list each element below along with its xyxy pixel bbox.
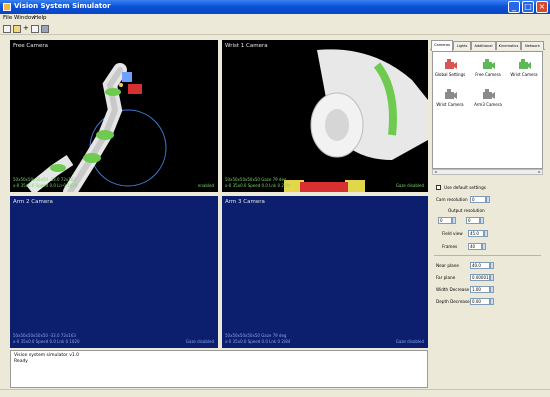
output-resolution-label: Output resolution xyxy=(448,208,485,213)
cam-resolution-spinner[interactable] xyxy=(486,196,490,203)
scroll-left-icon[interactable]: ◂ xyxy=(433,170,438,174)
output-width-field[interactable]: 0 xyxy=(438,217,452,224)
open-icon[interactable] xyxy=(13,25,21,33)
cam-resolution-label: Cam resolution xyxy=(436,197,468,202)
far-plane-label: Far plane xyxy=(436,275,456,280)
close-button[interactable]: × xyxy=(536,1,548,13)
maximize-button[interactable]: □ xyxy=(522,1,534,13)
viewport-status-line: x-0 35x0.0 Speed 0.0 Lnk 0 1020 xyxy=(13,339,80,344)
width-decrease-field[interactable]: 1.00 xyxy=(470,286,490,293)
cam-resolution-field[interactable]: 0 xyxy=(470,196,486,203)
viewport-title: Arm 3 Camera xyxy=(225,199,265,205)
app-window: Vision System Simulator _ □ × File Windo… xyxy=(0,0,550,397)
use-default-checkbox[interactable] xyxy=(436,185,441,190)
camera-item-label: Global Settings xyxy=(434,72,466,77)
log-line: Vision system simulator v1.0 xyxy=(14,353,80,358)
save-icon[interactable] xyxy=(31,25,39,33)
depth-decrease-label: Depth Decrease xyxy=(436,299,470,304)
viewport-status-line: 50x50x50x50x50 Gaze 79 deg xyxy=(225,177,287,182)
toolbar: + xyxy=(0,23,550,35)
depth-decrease-spinner[interactable] xyxy=(490,298,494,305)
field-view-field[interactable]: 45.0 xyxy=(468,230,484,237)
menu-bar: File Window Help xyxy=(0,14,550,23)
viewport-status-line: x-0 35x0.0 Speed 0.0 Ln-0 1020 xyxy=(13,183,78,188)
tab-additional[interactable]: Additional xyxy=(471,41,496,50)
depth-decrease-field[interactable]: 0.00 xyxy=(470,298,490,305)
width-decrease-label: Width Decrease xyxy=(436,287,470,292)
frames-field[interactable]: 40 xyxy=(468,243,482,250)
viewport-state-badge: Gaze disabled xyxy=(185,339,214,344)
scroll-right-icon[interactable]: ▸ xyxy=(537,170,542,174)
window-title: Vision System Simulator xyxy=(14,2,111,10)
app-icon xyxy=(3,3,11,11)
log-output[interactable]: Vision system simulator v1.0 Ready xyxy=(10,350,428,388)
frames-label: Frames xyxy=(442,244,458,249)
viewport-status-line: x-0 35x0.0 Speed 0.0 Lnk 0 2/84 xyxy=(225,339,291,344)
near-plane-field[interactable]: 40.0 xyxy=(470,262,490,269)
camera-icon xyxy=(483,59,495,69)
camera-item[interactable]: Free Camera xyxy=(473,58,503,82)
width-decrease-spinner[interactable] xyxy=(490,286,494,293)
output-width-spinner[interactable] xyxy=(452,217,456,224)
tab-lights[interactable]: Lights xyxy=(453,41,471,50)
camera-item-label: Wrist Camera xyxy=(436,102,464,107)
far-plane-spinner[interactable] xyxy=(490,274,494,281)
tab-network[interactable]: Network xyxy=(521,41,544,50)
viewport-arm2-camera[interactable]: Arm 2 Camera 50x50x50x50x50 -33.0 72x163… xyxy=(10,196,218,348)
viewport-status-line: 50x50x50x50x50 -33.0 72x163 xyxy=(13,333,76,338)
output-height-spinner[interactable] xyxy=(480,217,484,224)
robot-arm-render xyxy=(26,63,167,192)
divider xyxy=(434,255,541,256)
camera-item[interactable]: Wrist Camera xyxy=(509,58,539,82)
field-view-label: Field view xyxy=(442,231,463,236)
camera-list: Global Settings Free Camera Wrist Camera xyxy=(432,51,543,169)
near-plane-label: Near plane xyxy=(436,263,459,268)
viewport-state-badge: enabled xyxy=(197,183,214,188)
panel-tabs: Cameras Lights Additional Kinematics Net… xyxy=(430,40,545,51)
camera-item[interactable]: Global Settings xyxy=(435,58,465,82)
camera-settings-panel: Cameras Lights Additional Kinematics Net… xyxy=(430,40,545,382)
menu-help[interactable]: Help xyxy=(34,15,47,21)
viewport-arm3-camera[interactable]: Arm 3 Camera 50x50x50x50x50 Gaze 79 deg … xyxy=(222,196,428,348)
tab-kinematics[interactable]: Kinematics xyxy=(496,41,521,50)
camera-item[interactable]: Wrist Camera xyxy=(435,88,465,112)
viewport-status-line: x-0 35x0.0 Speed 0.0 Lnk 0 2/84 xyxy=(225,183,291,188)
far-plane-field[interactable]: 0.00001 xyxy=(470,274,490,281)
viewport-status-line: 50x50x50x50x50 -33.0 72x163 xyxy=(13,177,76,182)
gripper-render xyxy=(284,49,428,192)
viewport-free-camera[interactable]: Free Camera 50x50x50x50x50 -33.0 72x163 … xyxy=(10,40,218,192)
tab-cameras[interactable]: Cameras xyxy=(431,40,453,51)
viewport-title: Free Camera xyxy=(13,43,49,49)
camera-item-label: Arm3 Camera xyxy=(474,102,502,107)
log-line: Ready xyxy=(14,359,28,364)
field-view-spinner[interactable] xyxy=(484,230,488,237)
viewport-state-badge: Gaze disabled xyxy=(395,339,424,344)
status-bar xyxy=(0,389,550,397)
viewport-title: Wrist 1 Camera xyxy=(225,43,268,49)
minimize-button[interactable]: _ xyxy=(508,1,520,13)
camera-icon xyxy=(483,89,495,99)
camera-list-scrollbar[interactable]: ◂ ▸ xyxy=(432,169,543,175)
viewport-title: Arm 2 Camera xyxy=(13,199,53,205)
camera-icon xyxy=(519,59,531,69)
viewport-state-badge: Gaze disabled xyxy=(395,183,424,188)
use-default-label: Use default settings xyxy=(444,185,486,190)
output-height-field[interactable]: 0 xyxy=(466,217,480,224)
camera-item-label: Free Camera xyxy=(475,72,501,77)
new-icon[interactable] xyxy=(3,25,11,33)
title-bar[interactable]: Vision System Simulator _ □ × xyxy=(0,0,550,14)
near-plane-spinner[interactable] xyxy=(490,262,494,269)
camera-item[interactable]: Arm3 Camera xyxy=(473,88,503,112)
camera-item-label: Wrist Camera xyxy=(510,72,538,77)
viewport-status-line: 50x50x50x50x50 Gaze 79 deg xyxy=(225,333,287,338)
add-icon[interactable]: + xyxy=(23,25,29,33)
viewport-wrist1-camera[interactable]: Wrist 1 Camera 50x50x50x50x50 Gaze 79 de… xyxy=(222,40,428,192)
menu-window[interactable]: Window xyxy=(14,15,36,21)
camera-icon xyxy=(445,89,457,99)
menu-file[interactable]: File xyxy=(3,15,12,21)
frames-spinner[interactable] xyxy=(482,243,486,250)
camera-icon xyxy=(445,59,457,69)
settings-icon[interactable] xyxy=(41,25,49,33)
